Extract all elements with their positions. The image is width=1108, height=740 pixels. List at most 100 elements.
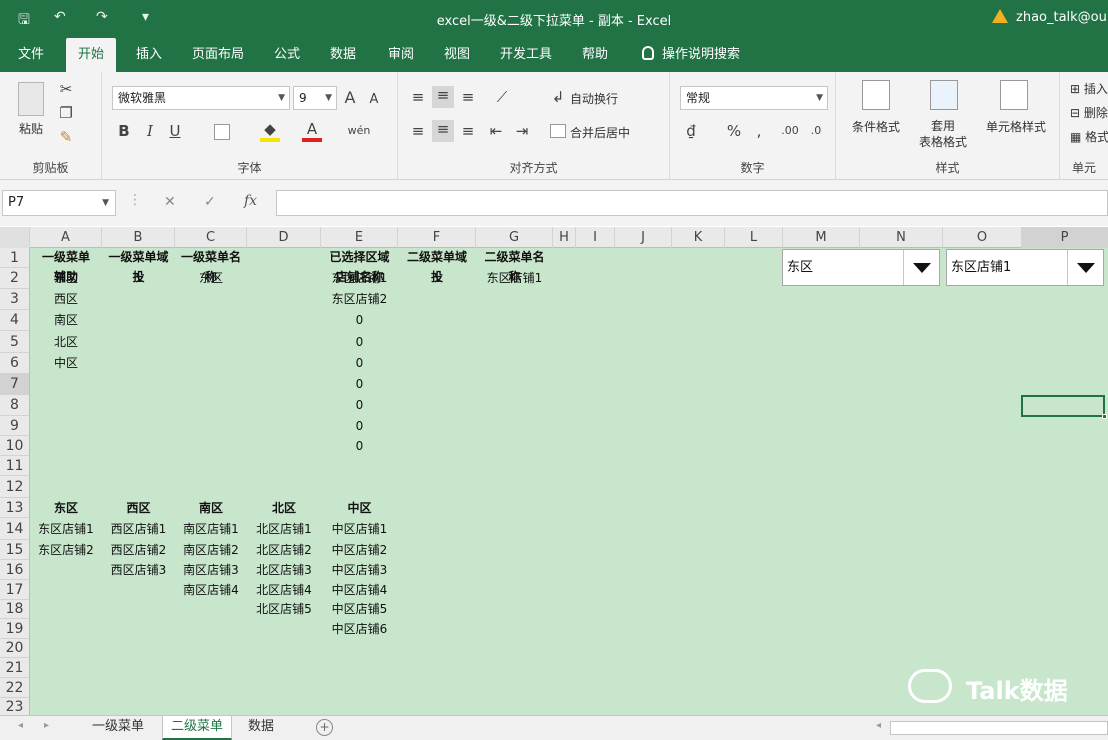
format-painter-icon[interactable]: ✎ <box>58 128 74 146</box>
cell-D14[interactable]: 北区店铺1 <box>247 518 321 540</box>
tab-formulas[interactable]: 公式 <box>262 38 312 72</box>
column-header-G[interactable]: G <box>476 227 553 248</box>
add-sheet-button[interactable]: + <box>316 719 333 736</box>
row-header-21[interactable]: 21 <box>0 658 29 678</box>
cell-F2[interactable]: 1 <box>398 268 476 289</box>
cell-C16[interactable]: 南区店铺3 <box>175 560 247 580</box>
tell-me-search[interactable]: 操作说明搜索 <box>630 38 752 72</box>
copy-icon[interactable]: ❐ <box>58 104 74 122</box>
store-dropdown-button[interactable] <box>1067 250 1103 285</box>
tab-help[interactable]: 帮助 <box>570 38 620 72</box>
cell-D13[interactable]: 北区 <box>247 498 321 518</box>
row-header-9[interactable]: 9 <box>0 416 29 436</box>
cell-E16[interactable]: 中区店铺3 <box>321 560 398 580</box>
tab-data[interactable]: 数据 <box>318 38 368 72</box>
cell-A6[interactable]: 中区 <box>30 353 102 374</box>
cell-C14[interactable]: 南区店铺1 <box>175 518 247 540</box>
paste-icon[interactable] <box>18 82 44 116</box>
insert-cells-button[interactable]: ⊞ 插入 <box>1070 80 1108 97</box>
format-cells-button[interactable]: ▦ 格式 <box>1070 128 1108 145</box>
decrease-indent-icon[interactable]: ⇤ <box>488 122 504 140</box>
wrap-text-icon[interactable]: ↲ <box>550 88 566 106</box>
cell-B2[interactable]: 1 <box>102 268 175 289</box>
cell-A4[interactable]: 南区 <box>30 310 102 331</box>
prev-sheet-icon[interactable]: ◂ <box>18 720 23 731</box>
cell-D16[interactable]: 北区店铺3 <box>247 560 321 580</box>
row-header-2[interactable]: 2 <box>0 268 29 289</box>
row-header-10[interactable]: 10 <box>0 436 29 456</box>
cell-E8[interactable]: 0 <box>321 395 398 416</box>
column-header-O[interactable]: O <box>943 227 1022 248</box>
grow-font-icon[interactable]: A <box>342 89 358 107</box>
scroll-left-icon[interactable]: ◂ <box>876 720 881 731</box>
row-header-15[interactable]: 15 <box>0 540 29 560</box>
accounting-format-icon[interactable]: ₫ <box>682 122 700 140</box>
increase-decimal-icon[interactable]: .00 <box>780 122 800 140</box>
tab-page-layout[interactable]: 页面布局 <box>180 38 256 72</box>
row-header-23[interactable]: 23 <box>0 698 29 715</box>
merge-center-button[interactable]: 合并后居中 <box>570 124 630 141</box>
cell-B15[interactable]: 西区店铺2 <box>102 540 175 560</box>
underline-button[interactable]: U <box>166 122 184 140</box>
tab-home[interactable]: 开始 <box>66 38 117 72</box>
align-middle-icon[interactable]: ≡ <box>432 86 454 108</box>
cut-icon[interactable]: ✂ <box>58 80 74 98</box>
cell-C17[interactable]: 南区店铺4 <box>175 580 247 600</box>
worksheet-grid[interactable]: ABCDEFGHIJKLMNOP 1 2 3 4 5 6 7 8 9 10 11 12 13 14 15 16… <box>0 227 1108 715</box>
cell-D15[interactable]: 北区店铺2 <box>247 540 321 560</box>
conditional-formatting-button[interactable]: 条件格式 <box>844 118 908 135</box>
row-header-14[interactable]: 14 <box>0 518 29 540</box>
cell-E2[interactable]: 东区店铺1 <box>321 268 398 289</box>
cell-A15[interactable]: 东区店铺2 <box>30 540 102 560</box>
cell-E10[interactable]: 0 <box>321 436 398 456</box>
merge-center-icon[interactable] <box>550 124 566 138</box>
cell-E4[interactable]: 0 <box>321 310 398 331</box>
fill-color-icon[interactable]: ◆ <box>260 120 280 142</box>
column-header-J[interactable]: J <box>615 227 672 248</box>
user-account[interactable]: zhao_talk@ou <box>992 9 1107 25</box>
cell-B16[interactable]: 西区店铺3 <box>102 560 175 580</box>
row-header-19[interactable]: 19 <box>0 619 29 639</box>
cell-B14[interactable]: 西区店铺1 <box>102 518 175 540</box>
row-header-7[interactable]: 7 <box>0 374 29 395</box>
enter-icon[interactable]: ✓ <box>204 194 216 210</box>
column-header-E[interactable]: E <box>321 227 398 248</box>
fill-handle[interactable] <box>1102 414 1107 419</box>
row-header-12[interactable]: 12 <box>0 476 29 498</box>
align-left-icon[interactable]: ≡ <box>410 122 426 140</box>
row-header-5[interactable]: 5 <box>0 331 29 353</box>
wrap-text-button[interactable]: 自动换行 <box>570 90 618 107</box>
cell-E14[interactable]: 中区店铺1 <box>321 518 398 540</box>
font-size-select[interactable]: 9 ▼ <box>293 86 337 110</box>
tab-view[interactable]: 视图 <box>432 38 482 72</box>
cell-E19[interactable]: 中区店铺6 <box>321 619 398 639</box>
column-header-P[interactable]: P <box>1022 227 1108 248</box>
paste-button[interactable]: 粘贴 <box>12 120 50 137</box>
cell-A5[interactable]: 北区 <box>30 331 102 353</box>
column-header-B[interactable]: B <box>102 227 175 248</box>
cell-G2[interactable]: 东区店铺1 <box>476 268 553 289</box>
phonetic-icon[interactable]: wén <box>346 122 372 140</box>
column-header-C[interactable]: C <box>175 227 247 248</box>
cell-styles-button[interactable]: 单元格样式 <box>980 118 1052 135</box>
sheet-tab-level2[interactable]: 二级菜单 <box>162 716 233 740</box>
cell-E15[interactable]: 中区店铺2 <box>321 540 398 560</box>
tab-insert[interactable]: 插入 <box>124 38 174 72</box>
cell-A2[interactable]: 东区 <box>30 268 102 289</box>
cell-E13[interactable]: 中区 <box>321 498 398 518</box>
tab-review[interactable]: 审阅 <box>376 38 426 72</box>
cancel-icon[interactable]: ✕ <box>164 194 176 210</box>
insert-function-icon[interactable]: fx <box>244 193 257 209</box>
cell-E5[interactable]: 0 <box>321 331 398 353</box>
borders-icon[interactable] <box>214 124 230 140</box>
comma-style-button[interactable]: , <box>754 122 764 140</box>
delete-cells-button[interactable]: ⊟ 删除 <box>1070 104 1108 121</box>
cell-E9[interactable]: 0 <box>321 416 398 436</box>
percent-button[interactable]: % <box>726 122 742 140</box>
cell-E7[interactable]: 0 <box>321 374 398 395</box>
cell-A3[interactable]: 西区 <box>30 289 102 310</box>
cell-E6[interactable]: 0 <box>321 353 398 374</box>
horizontal-scrollbar[interactable] <box>890 721 1108 735</box>
bold-button[interactable]: B <box>116 122 132 140</box>
row-header-1[interactable]: 1 <box>0 248 29 268</box>
